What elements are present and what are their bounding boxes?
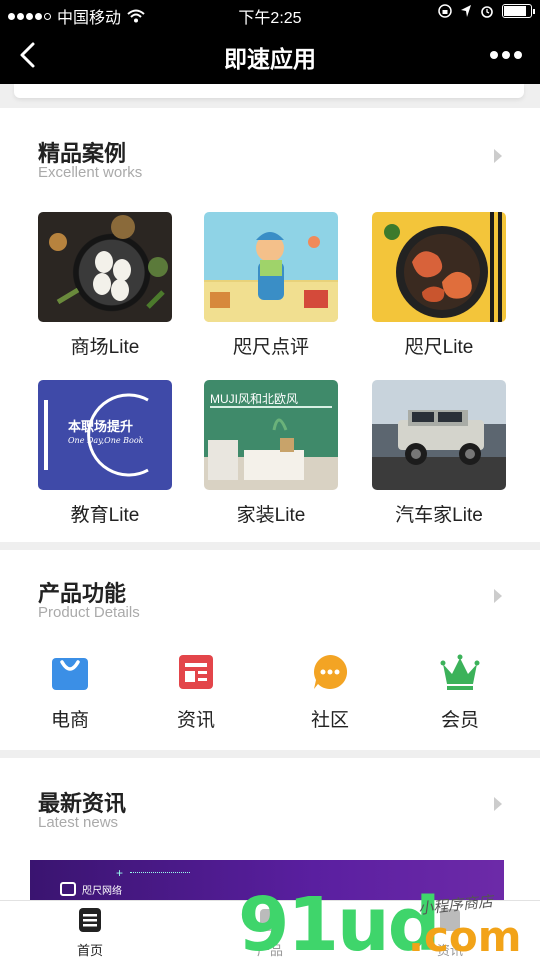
- feature-label: 会员: [440, 710, 479, 731]
- feature-label: 电商: [50, 710, 89, 731]
- shopping-bag-icon: [52, 658, 88, 690]
- feature-ecommerce[interactable]: 电商: [20, 652, 120, 732]
- work-item-zhichi[interactable]: 咫尺Lite: [372, 212, 506, 359]
- tab-products[interactable]: 产品: [220, 907, 320, 959]
- previous-card-edge: [14, 84, 524, 98]
- news-subtitle: Latest news: [38, 814, 119, 831]
- chat-bubble-icon: [313, 654, 348, 689]
- more-options-icon[interactable]: [490, 44, 522, 66]
- brand-logo-icon: [60, 882, 76, 896]
- plus-decoration-icon: +: [116, 866, 124, 880]
- work-image-zhichi: [372, 212, 506, 322]
- alarm-icon: [481, 6, 493, 18]
- banner-brand-name: 咫尺网络: [82, 886, 122, 897]
- works-more-chevron-icon[interactable]: [492, 148, 504, 164]
- work-item-review[interactable]: 咫尺点评: [204, 212, 338, 359]
- work-image-home: MUJI风和北欧风: [204, 380, 338, 490]
- work-image-car: [372, 380, 506, 490]
- feature-membership[interactable]: 会员: [410, 652, 510, 732]
- news-icon: [179, 655, 213, 689]
- features-subtitle: Product Details: [38, 604, 140, 621]
- navigation-bar: 即速应用: [0, 28, 540, 84]
- education-image-text: 本职场提升: [68, 419, 134, 434]
- work-item-mall[interactable]: 商场Lite: [38, 212, 172, 359]
- home-list-icon: [79, 908, 101, 932]
- work-item-car[interactable]: 汽车家Lite: [372, 380, 506, 527]
- crown-icon: [440, 654, 480, 690]
- work-label: 咫尺点评: [232, 337, 309, 358]
- features-more-chevron-icon[interactable]: [492, 588, 504, 604]
- news-tab-icon: [440, 909, 460, 931]
- work-item-education[interactable]: 本职场提升 One Day,One Book 教育Lite: [38, 380, 172, 527]
- tab-bar: 首页 产品 资讯: [0, 900, 540, 960]
- works-subtitle: Excellent works: [38, 164, 143, 181]
- work-image-review: [204, 212, 338, 322]
- tab-label: 产品: [256, 943, 283, 958]
- feature-label: 社区: [310, 710, 349, 731]
- battery-icon: [502, 4, 535, 18]
- work-label: 咫尺Lite: [404, 337, 474, 358]
- tab-label: 首页: [76, 943, 103, 958]
- news-banner[interactable]: + 咫尺网络: [30, 860, 504, 900]
- rotation-lock-icon: [438, 4, 452, 18]
- location-icon: [461, 5, 471, 17]
- banner-dotted-line: [130, 872, 190, 873]
- page-title: 即速应用: [224, 46, 316, 72]
- news-more-chevron-icon[interactable]: [492, 796, 504, 812]
- status-bar: 中国移动 下午2:25: [0, 0, 540, 28]
- tab-label: 资讯: [436, 943, 463, 958]
- features-section: 产品功能 Product Details 电商 资讯 社区 会员: [0, 550, 540, 750]
- work-label: 汽车家Lite: [395, 505, 483, 526]
- work-image-education: 本职场提升 One Day,One Book: [38, 380, 172, 490]
- products-icon: [260, 909, 280, 931]
- work-label: 教育Lite: [70, 505, 140, 526]
- work-item-home[interactable]: MUJI风和北欧风 家装Lite: [204, 380, 338, 527]
- work-label: 家装Lite: [236, 505, 306, 526]
- education-image-subtext: One Day,One Book: [68, 436, 144, 445]
- feature-label: 资讯: [176, 710, 215, 731]
- tab-home[interactable]: 首页: [40, 907, 140, 959]
- work-image-mall: [38, 212, 172, 322]
- tab-news[interactable]: 资讯: [400, 907, 500, 959]
- works-section: 精品案例 Excellent works 商场Lite 咫尺点评 咫尺Lite …: [0, 108, 540, 542]
- feature-community[interactable]: 社区: [280, 652, 380, 732]
- work-label: 商场Lite: [70, 337, 140, 358]
- feature-news[interactable]: 资讯: [146, 652, 246, 732]
